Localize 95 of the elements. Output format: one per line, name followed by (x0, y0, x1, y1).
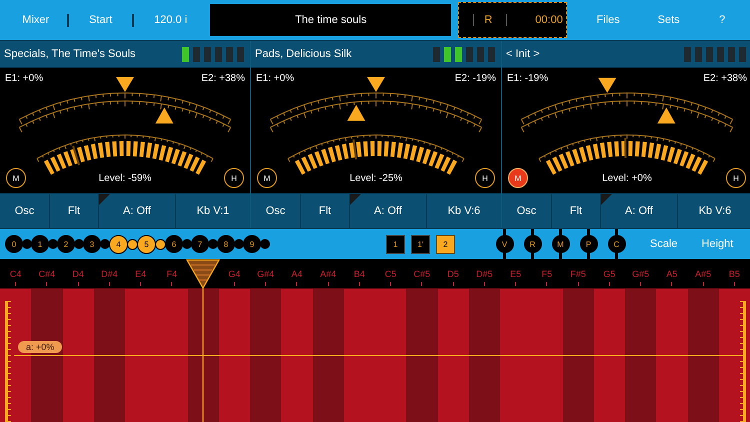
octave-button[interactable]: 6 (165, 235, 183, 253)
e2-pointer[interactable] (347, 104, 366, 121)
e1-value: E1: +0% (256, 73, 294, 84)
hold-button[interactable]: H (475, 168, 495, 188)
song-title-display[interactable]: The time souls (210, 4, 452, 36)
e2-pointer[interactable] (657, 107, 676, 124)
e1-value: E1: -19% (507, 73, 548, 84)
chain-dot (182, 239, 192, 249)
octave-button[interactable]: 9 (243, 235, 261, 253)
layer-button[interactable]: 1' (411, 234, 430, 254)
e2-value: E2: +38% (703, 73, 747, 84)
chain-dot (208, 239, 218, 249)
panel-button[interactable]: Kb V:6 (427, 194, 501, 228)
note-label: A4 (291, 269, 302, 279)
chain-dot (74, 239, 84, 249)
e1-value: E1: +0% (5, 73, 44, 84)
key-stripe[interactable] (718, 289, 750, 422)
octave-button[interactable]: 2 (57, 235, 75, 253)
octave-button[interactable]: 5 (137, 234, 156, 254)
panel-header[interactable]: < Init > (502, 41, 750, 68)
note-label: A5 (666, 269, 678, 279)
note-label: E5 (510, 269, 522, 279)
hold-button[interactable]: H (224, 168, 244, 188)
level-marker[interactable] (624, 138, 626, 158)
pitch-offset-badge: a: +0% (18, 341, 62, 353)
note-label: E4 (135, 269, 146, 279)
key-stripe[interactable] (0, 289, 32, 422)
note-label: D4 (72, 269, 84, 279)
key-stripe[interactable] (188, 289, 219, 422)
left-scale-bar[interactable] (5, 301, 11, 422)
level-readout: Level: -25% (350, 172, 402, 184)
note-label: B5 (728, 269, 740, 279)
chain-dot (22, 239, 32, 249)
chain-dot (100, 239, 110, 249)
level-marker[interactable] (72, 146, 80, 166)
key-stripe[interactable] (31, 289, 62, 422)
note-label: G#5 (632, 269, 650, 279)
level-readout: Level: +0% (602, 172, 652, 184)
level-readout: Level: -59% (98, 172, 152, 184)
layer-button[interactable]: 1 (386, 234, 405, 254)
mode-button[interactable]: M (552, 235, 570, 253)
preset-title[interactable]: Pads, Delicious Silk (255, 48, 352, 60)
note-label: D#4 (101, 269, 118, 279)
mute-button[interactable]: M (508, 168, 528, 188)
chain-dot (234, 239, 244, 249)
panel-button[interactable]: Kb V:6 (678, 194, 750, 228)
time-counter: 00:00 (535, 14, 563, 26)
note-label: C#5 (414, 269, 430, 279)
note-label: F#5 (570, 269, 586, 279)
chain-dot (260, 239, 270, 249)
e1-pointer[interactable] (116, 77, 134, 92)
note-label: B4 (354, 269, 365, 279)
e1-pointer[interactable] (598, 78, 616, 93)
note-label: C5 (384, 269, 396, 279)
panel-button[interactable]: Kb V:1 (176, 194, 250, 228)
hold-button[interactable]: H (726, 168, 746, 188)
octave-button[interactable]: 3 (83, 235, 101, 253)
mute-button[interactable]: M (257, 168, 277, 188)
pitch-cursor[interactable] (186, 259, 220, 422)
layer-button[interactable]: 2 (436, 234, 455, 254)
chain-dot (155, 238, 166, 250)
note-label: A#5 (695, 269, 712, 279)
note-label: G5 (603, 269, 616, 279)
preset-title[interactable]: < Init > (506, 48, 540, 60)
octave-button[interactable]: 8 (217, 235, 235, 253)
preset-title[interactable]: Specials, The Time's Souls (4, 48, 136, 60)
level-marker[interactable] (352, 139, 358, 160)
note-label: G#4 (257, 269, 274, 279)
mode-button[interactable]: R (524, 235, 542, 253)
note-label: G4 (228, 269, 240, 279)
note-label: A#4 (320, 269, 336, 279)
chain-dot (127, 238, 138, 250)
mode-button[interactable]: V (496, 235, 514, 253)
panel-header[interactable]: Pads, Delicious Silk (251, 41, 501, 68)
octave-button[interactable]: 4 (109, 234, 128, 254)
e2-pointer[interactable] (155, 107, 174, 124)
chain-dot (48, 239, 58, 249)
mute-button[interactable]: M (6, 168, 26, 188)
octave-button[interactable]: 0 (5, 235, 23, 253)
octave-button[interactable]: 7 (191, 235, 209, 253)
e2-value: E2: +38% (201, 73, 245, 84)
right-scale-bar[interactable] (740, 301, 746, 422)
note-label: F4 (166, 269, 178, 279)
mode-button[interactable]: C (608, 235, 626, 253)
note-label: C#4 (38, 269, 56, 279)
note-label: C4 (10, 269, 22, 279)
e1-pointer[interactable] (367, 77, 385, 92)
note-label: D5 (447, 269, 459, 279)
mode-button[interactable]: P (580, 235, 598, 253)
note-label: F5 (542, 269, 552, 279)
octave-button[interactable]: 1 (31, 235, 49, 253)
record-button[interactable]: R (484, 14, 492, 26)
e2-value: E2: -19% (454, 73, 496, 84)
panel-header[interactable]: Specials, The Time's Souls (0, 41, 250, 68)
note-label: D#5 (476, 269, 493, 279)
